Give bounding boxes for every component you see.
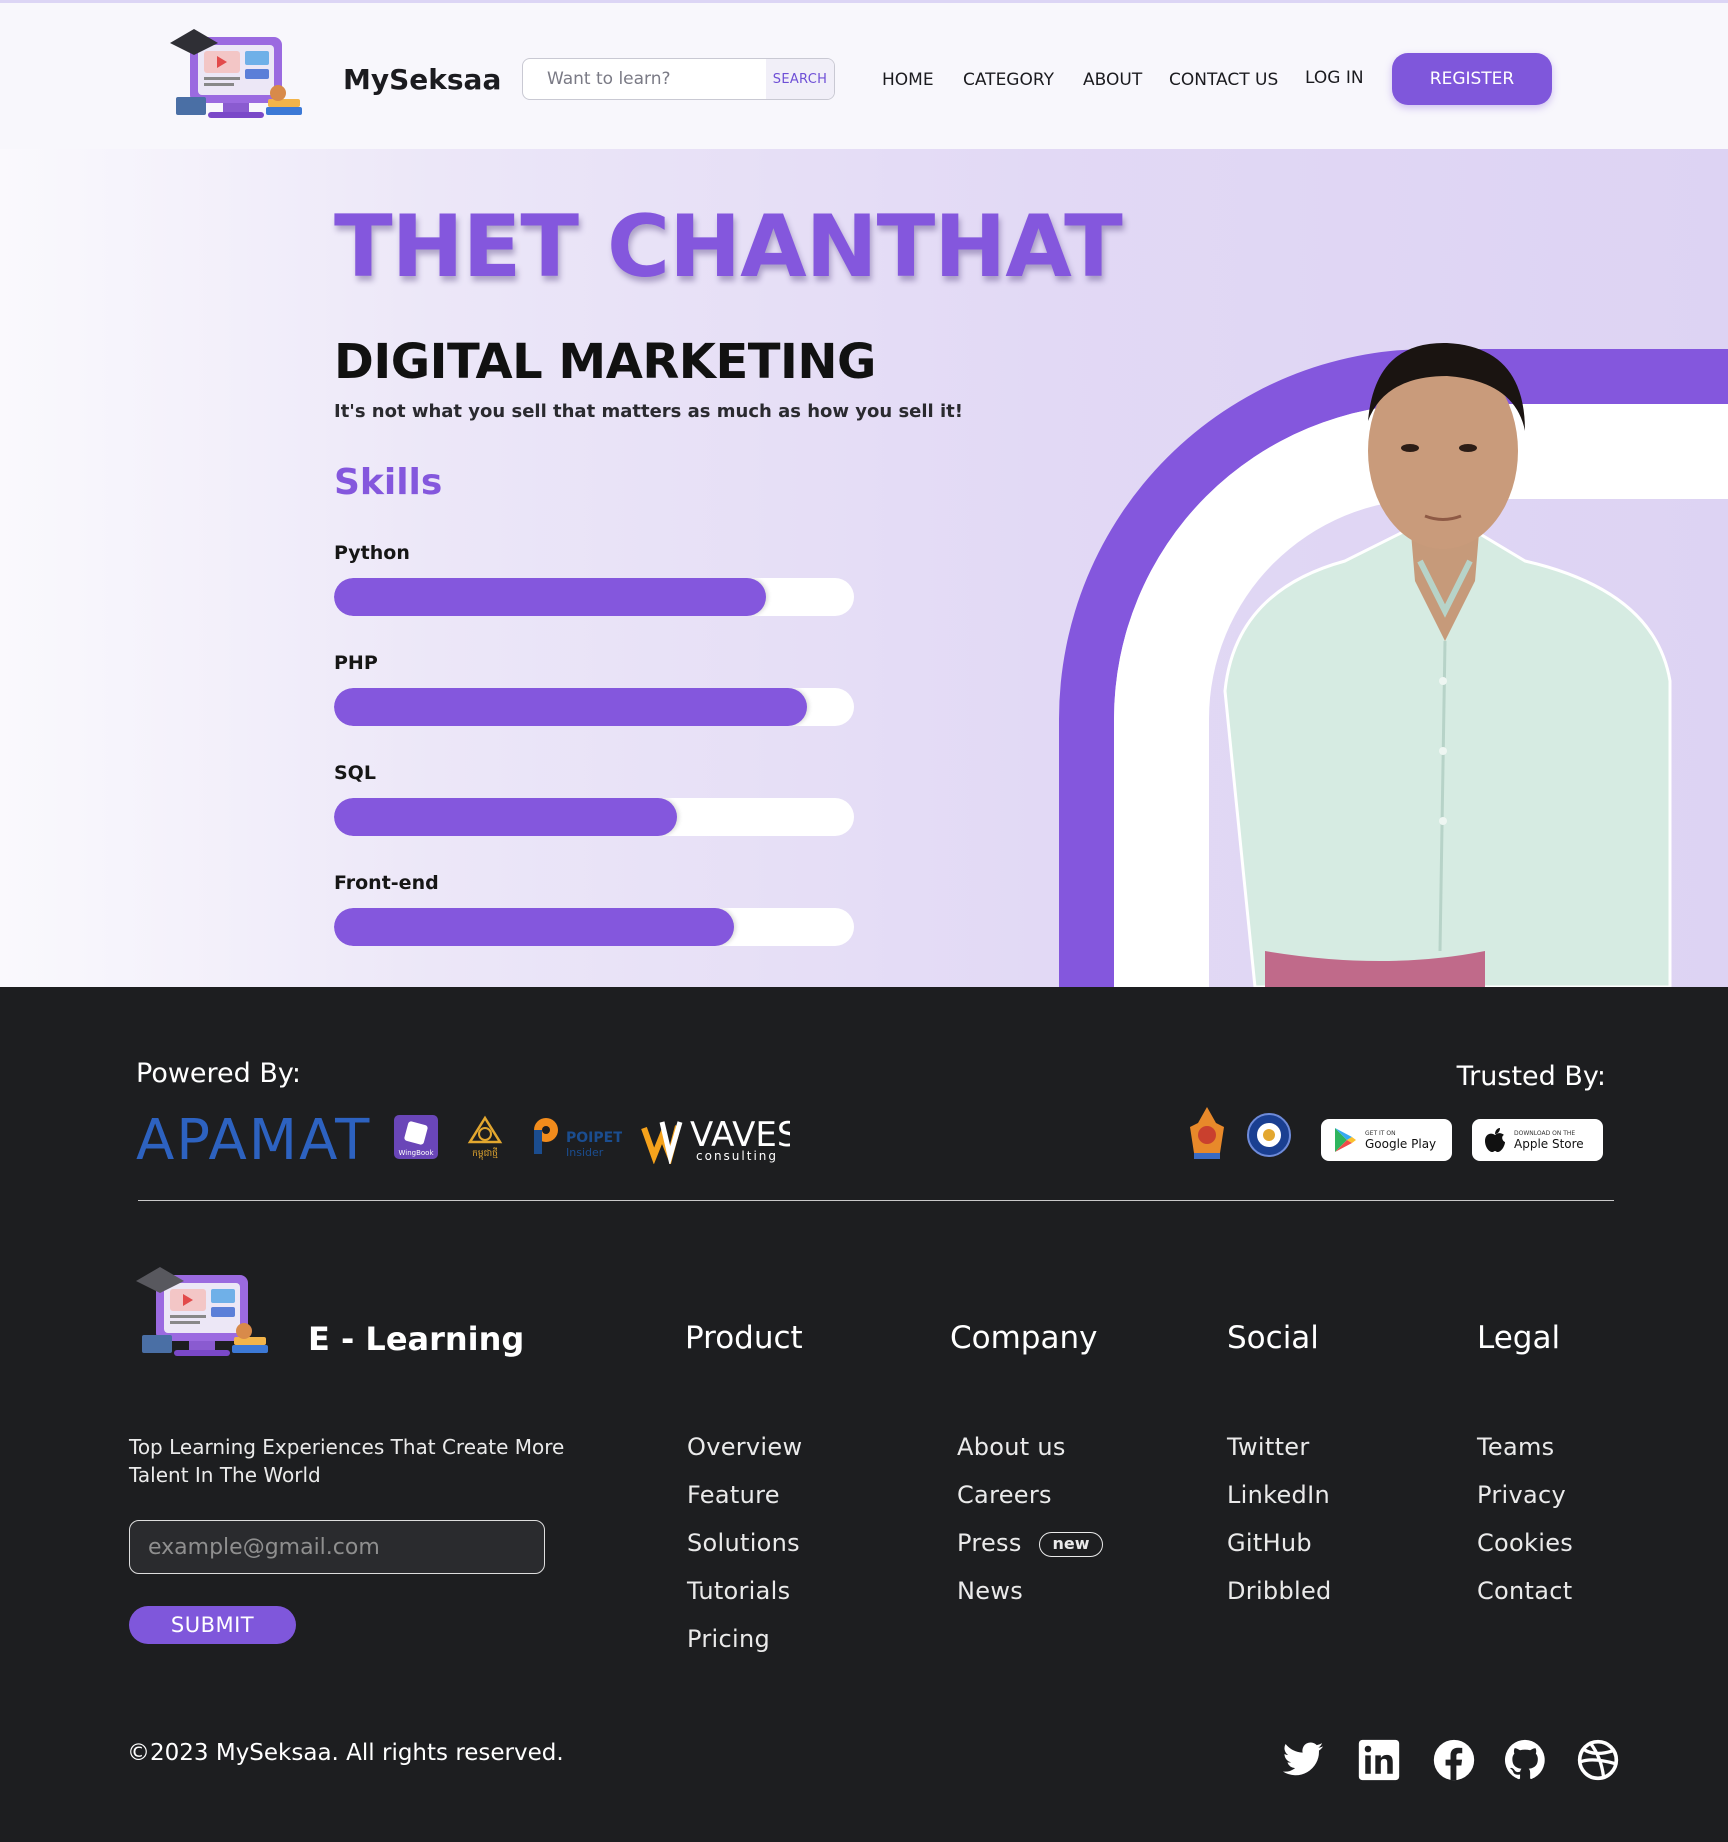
poipet-sub-text: Insider [566,1146,604,1159]
kalbakyo-text: កម្ពុជាថ្មី [472,1147,498,1160]
kalbakyo-logo[interactable]: កម្ពុជាថ្មី [462,1114,508,1160]
product-heading: Product [685,1320,803,1356]
product-link-tutorials[interactable]: Tutorials [687,1577,790,1605]
legal-link-privacy[interactable]: Privacy [1477,1481,1566,1509]
legal-heading: Legal [1477,1320,1561,1356]
social-link-dribbled[interactable]: Dribbled [1227,1577,1332,1605]
nav-about[interactable]: ABOUT [1083,70,1142,90]
new-badge: new [1039,1532,1103,1557]
profile-role: DIGITAL MARKETING [334,334,876,390]
skill-bar-sql [334,798,854,836]
waves-sub-text: consulting [696,1149,778,1163]
twitter-icon[interactable] [1281,1738,1325,1782]
newsletter-submit-button[interactable]: SUBMIT [129,1606,296,1644]
skill-label-python: Python [334,542,410,564]
google-play-text: Google Play [1365,1136,1437,1151]
footer-description: Top Learning Experiences That Create Mor… [129,1435,565,1487]
dribbble-icon[interactable] [1576,1738,1620,1782]
profile-tagline: It's not what you sell that matters as m… [334,401,963,422]
social-link-github[interactable]: GitHub [1227,1529,1312,1557]
skill-bar-php [334,688,854,726]
google-play-badge[interactable]: GET IT ON Google Play [1321,1119,1452,1161]
skill-label-front-end: Front-end [334,872,439,894]
apamat-logo[interactable]: APAMAT [136,1108,371,1173]
wingbook-text: WingBook [398,1149,434,1157]
newsletter-email-input[interactable] [129,1520,545,1574]
skill-bar-front-end [334,908,854,946]
linkedin-icon[interactable] [1357,1738,1401,1782]
nav-log-in[interactable]: LOG IN [1305,68,1364,88]
footer-divider [138,1200,1614,1201]
waves-consulting-logo[interactable]: VAVES consulting [640,1112,790,1164]
skill-fill-python [334,578,766,616]
social-heading: Social [1227,1320,1319,1356]
nav-category[interactable]: CATEGORY [963,70,1054,90]
social-link-twitter[interactable]: Twitter [1227,1433,1310,1461]
company-link-press[interactable]: Press [957,1529,1022,1557]
footer-brand: E - Learning [308,1320,525,1358]
github-icon[interactable] [1503,1738,1547,1782]
poipet-insider-logo[interactable]: POIPET Insider [526,1112,622,1160]
product-link-overview[interactable]: Overview [687,1433,802,1461]
company-link-about-us[interactable]: About us [957,1433,1066,1461]
search-button[interactable]: SEARCH [766,59,834,99]
register-button[interactable]: REGISTER [1392,53,1552,105]
university-seal-icon[interactable] [1246,1110,1292,1160]
company-link-news[interactable]: News [957,1577,1023,1605]
skill-label-php: PHP [334,652,378,674]
trusted-by-label: Trusted By: [1456,1061,1606,1092]
wingbook-logo[interactable]: WingBook [392,1113,440,1161]
skill-fill-php [334,688,808,726]
profile-photo [1223,342,1672,987]
site-header: MySeksaa SEARCH HOME CATEGORY ABOUT CONT… [0,0,1728,149]
company-heading: Company [950,1320,1098,1356]
product-link-feature[interactable]: Feature [687,1481,780,1509]
skill-label-sql: SQL [334,762,376,784]
copyright-text: ©2023 MySeksaa. All rights reserved. [127,1740,564,1766]
brand-name[interactable]: MySeksaa [343,63,501,96]
ministry-emblem-icon[interactable] [1186,1105,1228,1161]
company-link-careers[interactable]: Careers [957,1481,1052,1509]
apple-store-small-text: DOWNLOAD ON THE [1514,1129,1576,1137]
product-link-pricing[interactable]: Pricing [687,1625,770,1653]
legal-link-contact[interactable]: Contact [1477,1577,1572,1605]
skill-fill-front-end [334,908,735,946]
legal-link-cookies[interactable]: Cookies [1477,1529,1573,1557]
search-bar: SEARCH [522,58,835,100]
legal-link-teams[interactable]: Teams [1477,1433,1554,1461]
logo-icon[interactable] [168,15,304,127]
skills-title: Skills [334,462,443,503]
search-input[interactable] [523,59,766,99]
skill-fill-sql [334,798,678,836]
social-link-linkedin[interactable]: LinkedIn [1227,1481,1330,1509]
poipet-text: POIPET [566,1130,622,1146]
product-link-solutions[interactable]: Solutions [687,1529,800,1557]
apple-store-badge[interactable]: DOWNLOAD ON THE Apple Store [1472,1119,1603,1161]
powered-by-label: Powered By: [136,1058,302,1089]
footer-logo-icon[interactable] [134,1253,270,1365]
profile-name: THET CHANTHAT [334,197,1123,297]
nav-home[interactable]: HOME [882,70,934,90]
google-play-icon [1335,1128,1356,1152]
apple-icon [1485,1128,1505,1152]
facebook-icon[interactable] [1432,1738,1476,1782]
apple-store-text: Apple Store [1514,1136,1584,1151]
skill-bar-python [334,578,854,616]
nav-contact-us[interactable]: CONTACT US [1169,70,1278,90]
profile-hero: THET CHANTHAT DIGITAL MARKETING It's not… [0,149,1728,987]
google-play-small-text: GET IT ON [1365,1129,1396,1137]
